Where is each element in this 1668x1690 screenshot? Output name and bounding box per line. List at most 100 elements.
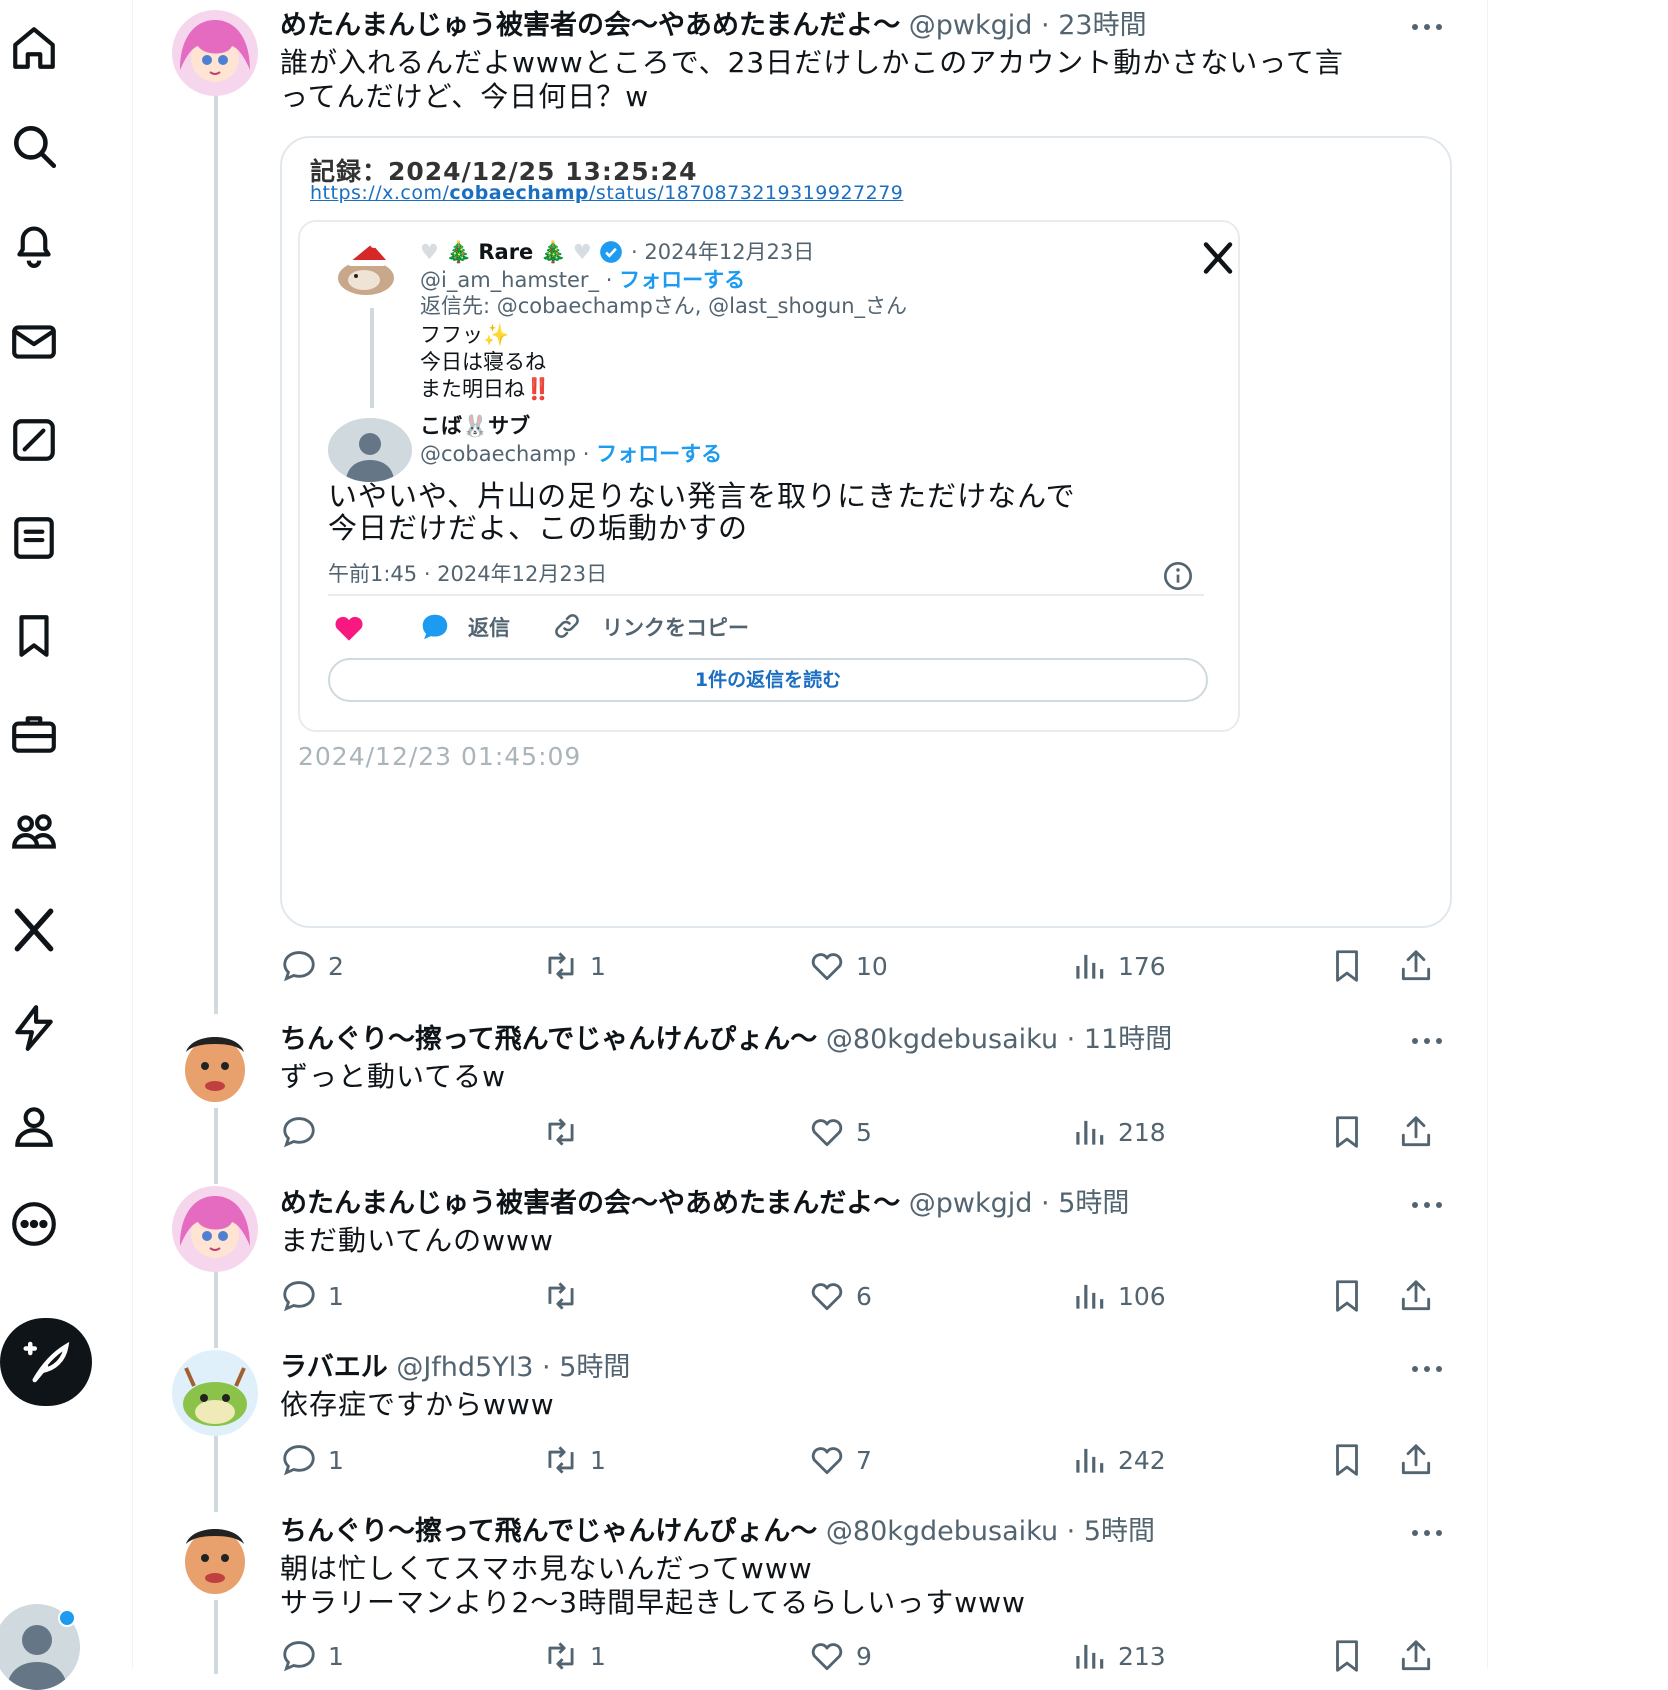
embed-main-text: いやいや、片山の足りない発言を取りにきただけなんで 今日だけだよ、この垢動かすの: [328, 480, 1076, 544]
lists-icon[interactable]: [6, 510, 62, 566]
hamster-avatar[interactable]: [334, 240, 398, 296]
embed-author-name[interactable]: こば🐰サブ: [420, 412, 530, 440]
follow-link[interactable]: フォローする: [619, 268, 745, 292]
reply-button[interactable]: 1: [280, 1276, 344, 1316]
reply-button[interactable]: 1: [280, 1636, 344, 1676]
avatar[interactable]: [172, 1350, 258, 1436]
retweet-button[interactable]: 1: [542, 1636, 606, 1676]
like-button[interactable]: 6: [808, 1276, 872, 1316]
like-button[interactable]: 7: [808, 1440, 872, 1480]
retweet-count: 1: [590, 1641, 606, 1671]
embedded-tweet[interactable]: ♥ 🎄 Rare 🎄 ♥ · 2024年12月23日 @i_am_hamster…: [298, 220, 1240, 732]
author-name[interactable]: めたんまんじゅう被害者の会〜やあめたまんだよ〜: [280, 10, 900, 41]
author-name[interactable]: ちんぐり〜擦って飛んでじゃんけんぴょん〜: [280, 1516, 817, 1547]
share-button[interactable]: [1397, 946, 1445, 986]
author-handle[interactable]: @pwkgjd: [909, 10, 1033, 41]
retweet-button[interactable]: [542, 1112, 590, 1152]
grok-icon[interactable]: [6, 412, 62, 468]
post-time[interactable]: 5時間: [559, 1352, 630, 1383]
share-button[interactable]: [1397, 1636, 1445, 1676]
retweet-button[interactable]: [542, 1276, 590, 1316]
reply-count: 2: [328, 951, 344, 981]
x-logo-icon[interactable]: [1198, 240, 1238, 276]
premium-x-icon[interactable]: [6, 902, 62, 958]
views-button[interactable]: 218: [1070, 1112, 1166, 1152]
like-button[interactable]: 9: [808, 1636, 872, 1676]
separator-dot: ·: [1041, 1188, 1050, 1219]
bookmark-button[interactable]: [1328, 1276, 1376, 1316]
search-icon[interactable]: [6, 118, 62, 174]
post-time[interactable]: 5時間: [1058, 1188, 1129, 1219]
parent-author-handle[interactable]: @i_am_hamster_: [420, 268, 599, 292]
like-button[interactable]: 10: [808, 946, 888, 986]
reply-button[interactable]: 2: [280, 946, 344, 986]
info-icon[interactable]: [1162, 560, 1194, 592]
embed-reply-label[interactable]: 返信: [468, 612, 510, 642]
parent-author-name[interactable]: Rare: [478, 240, 533, 264]
embedded-card[interactable]: 記録：2024/12/25 13:25:24 https://x.com/cob…: [280, 136, 1452, 928]
post-actions: 1 1 9 213: [280, 1636, 1460, 1676]
verified-orgs-icon[interactable]: [6, 1000, 62, 1056]
read-replies-button[interactable]: 1件の返信を読む: [328, 658, 1208, 702]
heart-icon[interactable]: [332, 612, 366, 642]
avatar[interactable]: [172, 10, 258, 96]
reply-button[interactable]: [280, 1112, 328, 1152]
post-header: めたんまんじゅう被害者の会〜やあめたまんだよ〜 @pwkgjd · 23時間: [280, 8, 1147, 44]
more-options-icon[interactable]: [1407, 1354, 1447, 1384]
link-icon[interactable]: [552, 611, 582, 641]
embed-timestamp[interactable]: 午前1:45 · 2024年12月23日: [328, 558, 607, 588]
retweet-button[interactable]: 1: [542, 946, 606, 986]
like-button[interactable]: 5: [808, 1112, 872, 1152]
follow-link[interactable]: フォローする: [596, 442, 722, 466]
messages-icon[interactable]: [6, 314, 62, 370]
more-options-icon[interactable]: [1407, 1190, 1447, 1220]
embed-author-handle-line: @cobaechamp · フォローする: [420, 440, 722, 468]
share-button[interactable]: [1397, 1440, 1445, 1480]
author-avatar[interactable]: [328, 418, 412, 482]
avatar[interactable]: [172, 1186, 258, 1272]
author-name[interactable]: ちんぐり〜擦って飛んでじゃんけんぴょん〜: [280, 1024, 817, 1055]
card-url-link[interactable]: https://x.com/cobaechamp/status/18708732…: [310, 182, 903, 204]
communities-icon[interactable]: [6, 804, 62, 860]
author-name[interactable]: ラバエル: [280, 1352, 388, 1383]
post-time[interactable]: 5時間: [1084, 1516, 1155, 1547]
views-button[interactable]: 213: [1070, 1636, 1166, 1676]
bookmarks-icon[interactable]: [6, 608, 62, 664]
reply-button[interactable]: 1: [280, 1440, 344, 1480]
reply-bubble-icon[interactable]: [418, 612, 452, 642]
bookmark-button[interactable]: [1328, 946, 1376, 986]
more-options-icon[interactable]: [1407, 12, 1447, 42]
author-handle[interactable]: @80kgdebusaiku: [826, 1024, 1058, 1055]
bookmark-icon: [1336, 1116, 1358, 1148]
views-button[interactable]: 176: [1070, 946, 1166, 986]
parent-text-line: フフッ✨: [420, 323, 510, 347]
post-time[interactable]: 11時間: [1084, 1024, 1172, 1055]
author-name[interactable]: めたんまんじゅう被害者の会〜やあめたまんだよ〜: [280, 1188, 900, 1219]
views-button[interactable]: 106: [1070, 1276, 1166, 1316]
retweet-button[interactable]: 1: [542, 1440, 606, 1480]
compose-post-button[interactable]: [0, 1318, 92, 1406]
home-icon[interactable]: [6, 20, 62, 76]
post-time[interactable]: 23時間: [1058, 10, 1146, 41]
embed-text-line: いやいや、片山の足りない発言を取りにきただけなんで: [328, 479, 1076, 513]
author-handle[interactable]: @80kgdebusaiku: [826, 1516, 1058, 1547]
more-options-icon[interactable]: [1407, 1518, 1447, 1548]
views-button[interactable]: 242: [1070, 1440, 1166, 1480]
bookmark-button[interactable]: [1328, 1636, 1376, 1676]
bookmark-button[interactable]: [1328, 1112, 1376, 1152]
share-button[interactable]: [1397, 1276, 1445, 1316]
notifications-icon[interactable]: [6, 216, 62, 272]
avatar[interactable]: [172, 1022, 258, 1108]
more-icon[interactable]: [6, 1196, 62, 1252]
embed-author-handle[interactable]: @cobaechamp: [420, 442, 576, 466]
share-button[interactable]: [1397, 1112, 1445, 1152]
share-icon: [1401, 1640, 1431, 1671]
profile-icon[interactable]: [6, 1098, 62, 1154]
copy-link-label[interactable]: リンクをコピー: [602, 612, 749, 642]
author-handle[interactable]: @pwkgjd: [909, 1188, 1033, 1219]
jobs-icon[interactable]: [6, 706, 62, 762]
more-options-icon[interactable]: [1407, 1026, 1447, 1056]
avatar[interactable]: [172, 1514, 258, 1600]
author-handle[interactable]: @Jfhd5Yl3: [396, 1352, 533, 1383]
bookmark-button[interactable]: [1328, 1440, 1376, 1480]
